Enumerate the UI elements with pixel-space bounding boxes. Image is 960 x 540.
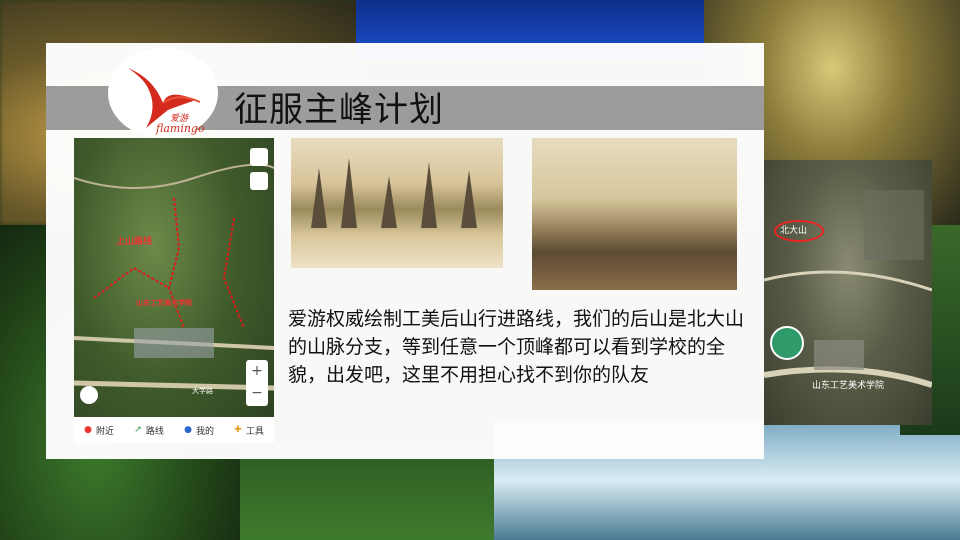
toolbar-route[interactable]: ↗ 路线: [134, 424, 164, 437]
phone-icon: [770, 326, 804, 360]
toolbar-nearby[interactable]: ● 附近: [84, 424, 114, 437]
traffic-icon[interactable]: [250, 148, 268, 166]
locate-icon[interactable]: [80, 386, 98, 404]
slide-description: 爱游权威绘制工美后山行进路线，我们的后山是北大山的山脉分支，等到任意一个顶峰都可…: [288, 308, 745, 386]
slide-title: 征服主峰计划: [234, 90, 444, 130]
forest-photo: [291, 138, 503, 268]
flamingo-icon: 爱游 flamingo: [128, 68, 205, 135]
mountain-view-photo: [532, 138, 737, 290]
road-label: 大学路: [192, 387, 213, 395]
zoom-in-button[interactable]: +: [246, 360, 268, 382]
toolbar-tools[interactable]: ✚ 工具: [234, 424, 264, 437]
sat-campus-label: 山东工艺美术学院: [812, 381, 885, 391]
route-map[interactable]: 上山路线 山东工艺美术学院 大学路 + − ● 附近 ↗ 路线 ● 我的 ✚ 工具: [74, 138, 274, 443]
satellite-map: 北大山 山东工艺美术学院: [764, 160, 932, 425]
flamingo-logo: 爱游 flamingo: [108, 48, 218, 138]
campus-label: 山东工艺美术学院: [136, 299, 192, 307]
map-toolbar: ● 附近 ↗ 路线 ● 我的 ✚ 工具: [74, 417, 274, 443]
logo-text-en: flamingo: [155, 122, 205, 135]
layers-icon[interactable]: [250, 172, 268, 190]
zoom-control[interactable]: + −: [246, 360, 268, 406]
mountain-label: 北大山: [780, 226, 808, 236]
zoom-out-button[interactable]: −: [246, 382, 268, 404]
route-lines: [74, 163, 274, 391]
route-label: 上山路线: [116, 237, 153, 247]
toolbar-mine[interactable]: ● 我的: [184, 424, 214, 437]
